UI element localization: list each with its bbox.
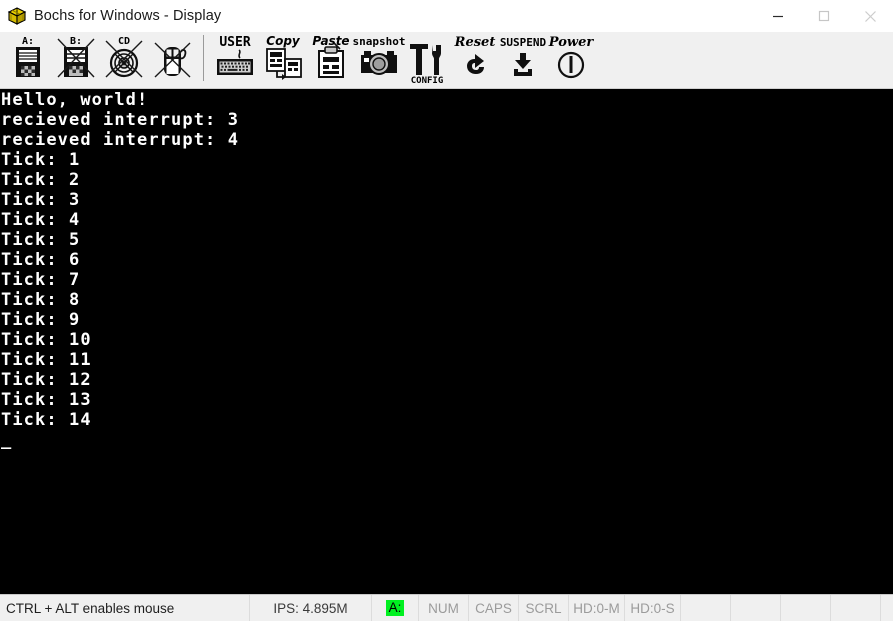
status-hd-master: HD:0-M [569,595,625,621]
power-icon: Power [548,35,595,79]
svg-text:Power: Power [548,35,595,50]
svg-text:Copy: Copy [266,34,301,48]
floppy-b-icon: B: [57,36,95,78]
bochs-window: Bochs for Windows - Display A: B: CD USE… [0,0,893,621]
reset-button[interactable]: Reset [451,32,499,86]
mouse-disabled-icon [154,42,191,78]
status-empty-cell [781,595,831,621]
vga-line: Tick: 13 [1,390,92,410]
keyboard-icon: USER [217,35,253,75]
status-num-lock: NUM [419,595,469,621]
cdrom-button[interactable]: CD [100,32,148,86]
status-hd-slave: HD:0-S [625,595,681,621]
bochs-box-icon [7,7,27,25]
svg-text:CONFIG: CONFIG [411,76,444,85]
camera-icon: snapshot [353,35,405,75]
status-filler [881,595,893,621]
svg-text:A:: A: [22,36,34,47]
title-bar: Bochs for Windows - Display [0,0,893,32]
toolbar-separator [203,35,204,81]
maximize-button[interactable] [801,0,847,32]
status-message: CTRL + ALT enables mouse [0,595,250,621]
cdrom-icon: CD [105,36,143,78]
svg-text:Reset: Reset [454,35,496,50]
vga-line: recieved interrupt: 4 [1,130,240,150]
status-bar: CTRL + ALT enables mouse IPS: 4.895M A: … [0,594,893,621]
status-empty-cell [731,595,781,621]
svg-text:SUSPEND: SUSPEND [500,36,547,49]
vga-line: Tick: 12 [1,370,92,390]
svg-text:USER: USER [219,35,250,50]
tools-icon: CONFIG [410,44,444,85]
config-button[interactable]: CONFIG [403,32,451,86]
floppy-a-button[interactable]: A: [4,32,52,86]
suspend-button[interactable]: SUSPEND [499,32,547,86]
status-scroll-lock: SCRL [519,595,569,621]
vga-text-buffer: Hello, world! recieved interrupt: 3 reci… [0,89,893,594]
vga-line: Tick: 7 [1,270,81,290]
paste-icon: Paste [312,34,350,78]
maximize-icon [818,10,830,22]
vga-line: Hello, world! [1,90,149,110]
user-button[interactable]: USER [211,32,259,86]
floppy-a-led-chip: A: [385,600,405,616]
vga-line: Tick: 5 [1,230,81,250]
mouse-button[interactable] [148,32,196,86]
minimize-icon [773,15,783,18]
vga-cursor: _ [1,430,13,450]
vga-line: Tick: 4 [1,210,81,230]
floppy-a-icon: A: [16,36,40,77]
status-floppy-a-led: A: [372,595,419,621]
status-empty-cell [831,595,881,621]
vga-line: Tick: 6 [1,250,81,270]
vga-line: Tick: 10 [1,330,92,350]
svg-text:B:: B: [70,36,82,47]
vga-display[interactable]: Hello, world! recieved interrupt: 3 reci… [0,89,893,594]
status-ips: IPS: 4.895M [250,595,372,621]
svg-text:Paste: Paste [312,34,349,48]
vga-line: Tick: 1 [1,150,81,170]
vga-line: Tick: 3 [1,190,81,210]
minimize-button[interactable] [755,0,801,32]
svg-text:CD: CD [118,36,130,47]
vga-line: Tick: 11 [1,350,92,370]
reset-arrow-icon: Reset [454,35,496,74]
snapshot-button[interactable]: snapshot [353,32,405,86]
vga-line: Tick: 8 [1,290,81,310]
status-empty-cell [681,595,731,621]
vga-line: Tick: 14 [1,410,92,430]
vga-line: recieved interrupt: 3 [1,110,240,130]
floppy-b-button[interactable]: B: [52,32,100,86]
power-button[interactable]: Power [547,32,595,86]
status-caps-lock: CAPS [469,595,519,621]
window-controls [755,0,893,32]
svg-text:snapshot: snapshot [353,35,405,48]
vga-line: Tick: 2 [1,170,81,190]
close-button[interactable] [847,0,893,32]
copy-icon: Copy [266,34,302,80]
close-icon [864,10,876,22]
copy-button[interactable]: Copy [259,32,307,86]
paste-button[interactable]: Paste [307,32,355,86]
suspend-icon: SUSPEND [500,36,547,76]
toolbar: A: B: CD USER Copy Paste snapshot CONFIG… [0,32,893,89]
window-title: Bochs for Windows - Display [34,8,222,24]
vga-line: Tick: 9 [1,310,81,330]
